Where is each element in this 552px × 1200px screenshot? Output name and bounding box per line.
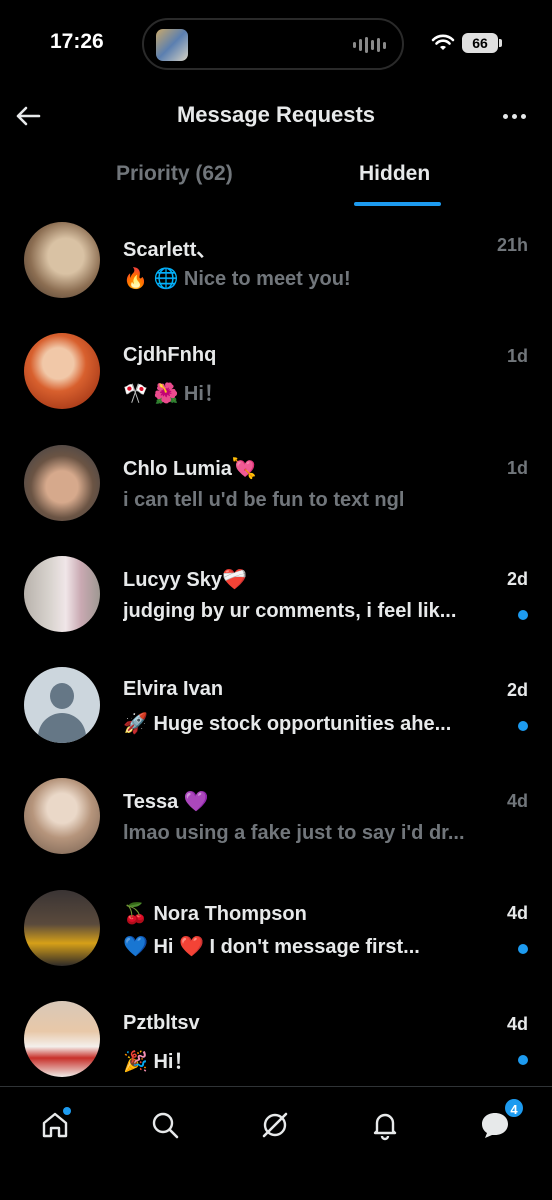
conversation-name: CjdhFnhq	[123, 344, 217, 367]
conversation-time: 1d	[506, 346, 528, 367]
list-item[interactable]: Chlo Lumia💘 1d i can tell u'd be fun to …	[0, 437, 552, 548]
unread-indicator	[518, 1055, 528, 1066]
list-item[interactable]: Elvira Ivan 2d 🚀 Huge stock opportunitie…	[0, 659, 552, 770]
battery-icon: 66	[462, 33, 502, 53]
tab-hidden[interactable]: Hidden	[359, 162, 430, 186]
avatar[interactable]	[24, 889, 100, 966]
conversation-preview: 🔥 🌐 Nice to meet you!	[123, 268, 351, 290]
nav-notifications[interactable]	[365, 1105, 405, 1145]
list-item[interactable]: Lucyy Sky❤️‍🩹 2d judging by ur comments,…	[0, 548, 552, 659]
avatar[interactable]	[24, 333, 100, 410]
list-item[interactable]: CjdhFnhq 1d 🎌 🌺 Hi！	[0, 325, 552, 436]
bell-icon	[373, 1113, 397, 1141]
audio-wave-icon	[353, 37, 386, 53]
avatar[interactable]	[24, 667, 100, 744]
page-title: Message Requests	[176, 102, 376, 127]
nav-grok[interactable]	[255, 1105, 295, 1145]
default-avatar-icon	[50, 683, 74, 710]
conversation-preview: i can tell u'd be fun to text ngl	[123, 488, 405, 511]
now-playing-thumbnail	[156, 29, 188, 61]
avatar[interactable]	[24, 555, 100, 632]
nav-search[interactable]	[145, 1105, 185, 1145]
avatar[interactable]	[24, 778, 100, 855]
list-item[interactable]: 🍒 Nora Thompson 4d 💙 Hi ❤️ I don't messa…	[0, 882, 552, 993]
status-time: 17:26	[50, 30, 104, 53]
more-options-button[interactable]	[498, 104, 530, 128]
avatar[interactable]	[24, 222, 100, 298]
avatar[interactable]	[24, 444, 100, 521]
conversation-time: 2d	[506, 568, 528, 589]
bottom-nav: 4	[0, 1086, 552, 1200]
dynamic-island[interactable]	[142, 18, 404, 70]
conversation-name: Tessa 💜	[123, 791, 209, 814]
conversation-preview: 🎉 Hi！	[123, 1051, 194, 1074]
conversation-preview: lmao using a fake just to say i'd dr...	[123, 822, 465, 845]
nav-home[interactable]	[35, 1105, 75, 1145]
conversation-preview: 💙 Hi ❤️ I don't message first...	[123, 935, 420, 958]
conversation-time: 1d	[506, 457, 528, 478]
conversation-time: 4d	[506, 902, 528, 923]
conversation-name: Pztbltsv	[123, 1012, 200, 1035]
conversation-preview: 🚀 Huge stock opportunities ahe...	[123, 713, 452, 736]
tab-bar: Priority (62) Hidden	[0, 150, 552, 210]
status-bar: 17:26 66	[0, 0, 552, 90]
tab-priority[interactable]: Priority (62)	[116, 162, 233, 186]
conversation-time: 4d	[506, 1014, 528, 1035]
wifi-icon	[431, 34, 455, 50]
message-request-list: Scarlett、 21h 🔥 🌐 Nice to meet you! Cjdh…	[0, 214, 552, 1104]
avatar[interactable]	[24, 1001, 100, 1078]
grok-icon	[262, 1112, 288, 1138]
more-dots-icon	[502, 113, 508, 119]
conversation-time: 21h	[496, 235, 528, 255]
search-icon	[152, 1112, 179, 1139]
conversation-preview: judging by ur comments, i feel lik...	[123, 599, 457, 622]
active-tab-indicator	[354, 202, 441, 206]
conversation-time: 4d	[506, 791, 528, 812]
list-item[interactable]: Scarlett、 21h 🔥 🌐 Nice to meet you!	[0, 214, 552, 325]
unread-indicator	[518, 721, 528, 732]
conversation-name: 🍒 Nora Thompson	[123, 902, 307, 925]
conversation-name: Scarlett、	[123, 239, 217, 261]
conversation-name: Elvira Ivan	[123, 678, 224, 701]
nav-messages[interactable]: 4	[475, 1097, 525, 1145]
unread-indicator	[518, 609, 528, 620]
unread-indicator	[518, 943, 528, 954]
conversation-time: 2d	[506, 680, 528, 701]
conversation-name: Chlo Lumia💘	[123, 457, 257, 480]
list-item[interactable]: Tessa 💜 4d lmao using a fake just to say…	[0, 770, 552, 881]
conversation-preview: 🎌 🌺 Hi！	[123, 383, 224, 406]
conversation-name: Lucyy Sky❤️‍🩹	[123, 568, 247, 591]
home-notification-dot	[63, 1107, 71, 1115]
header: Message Requests	[0, 90, 552, 142]
messages-badge: 4	[503, 1097, 525, 1119]
